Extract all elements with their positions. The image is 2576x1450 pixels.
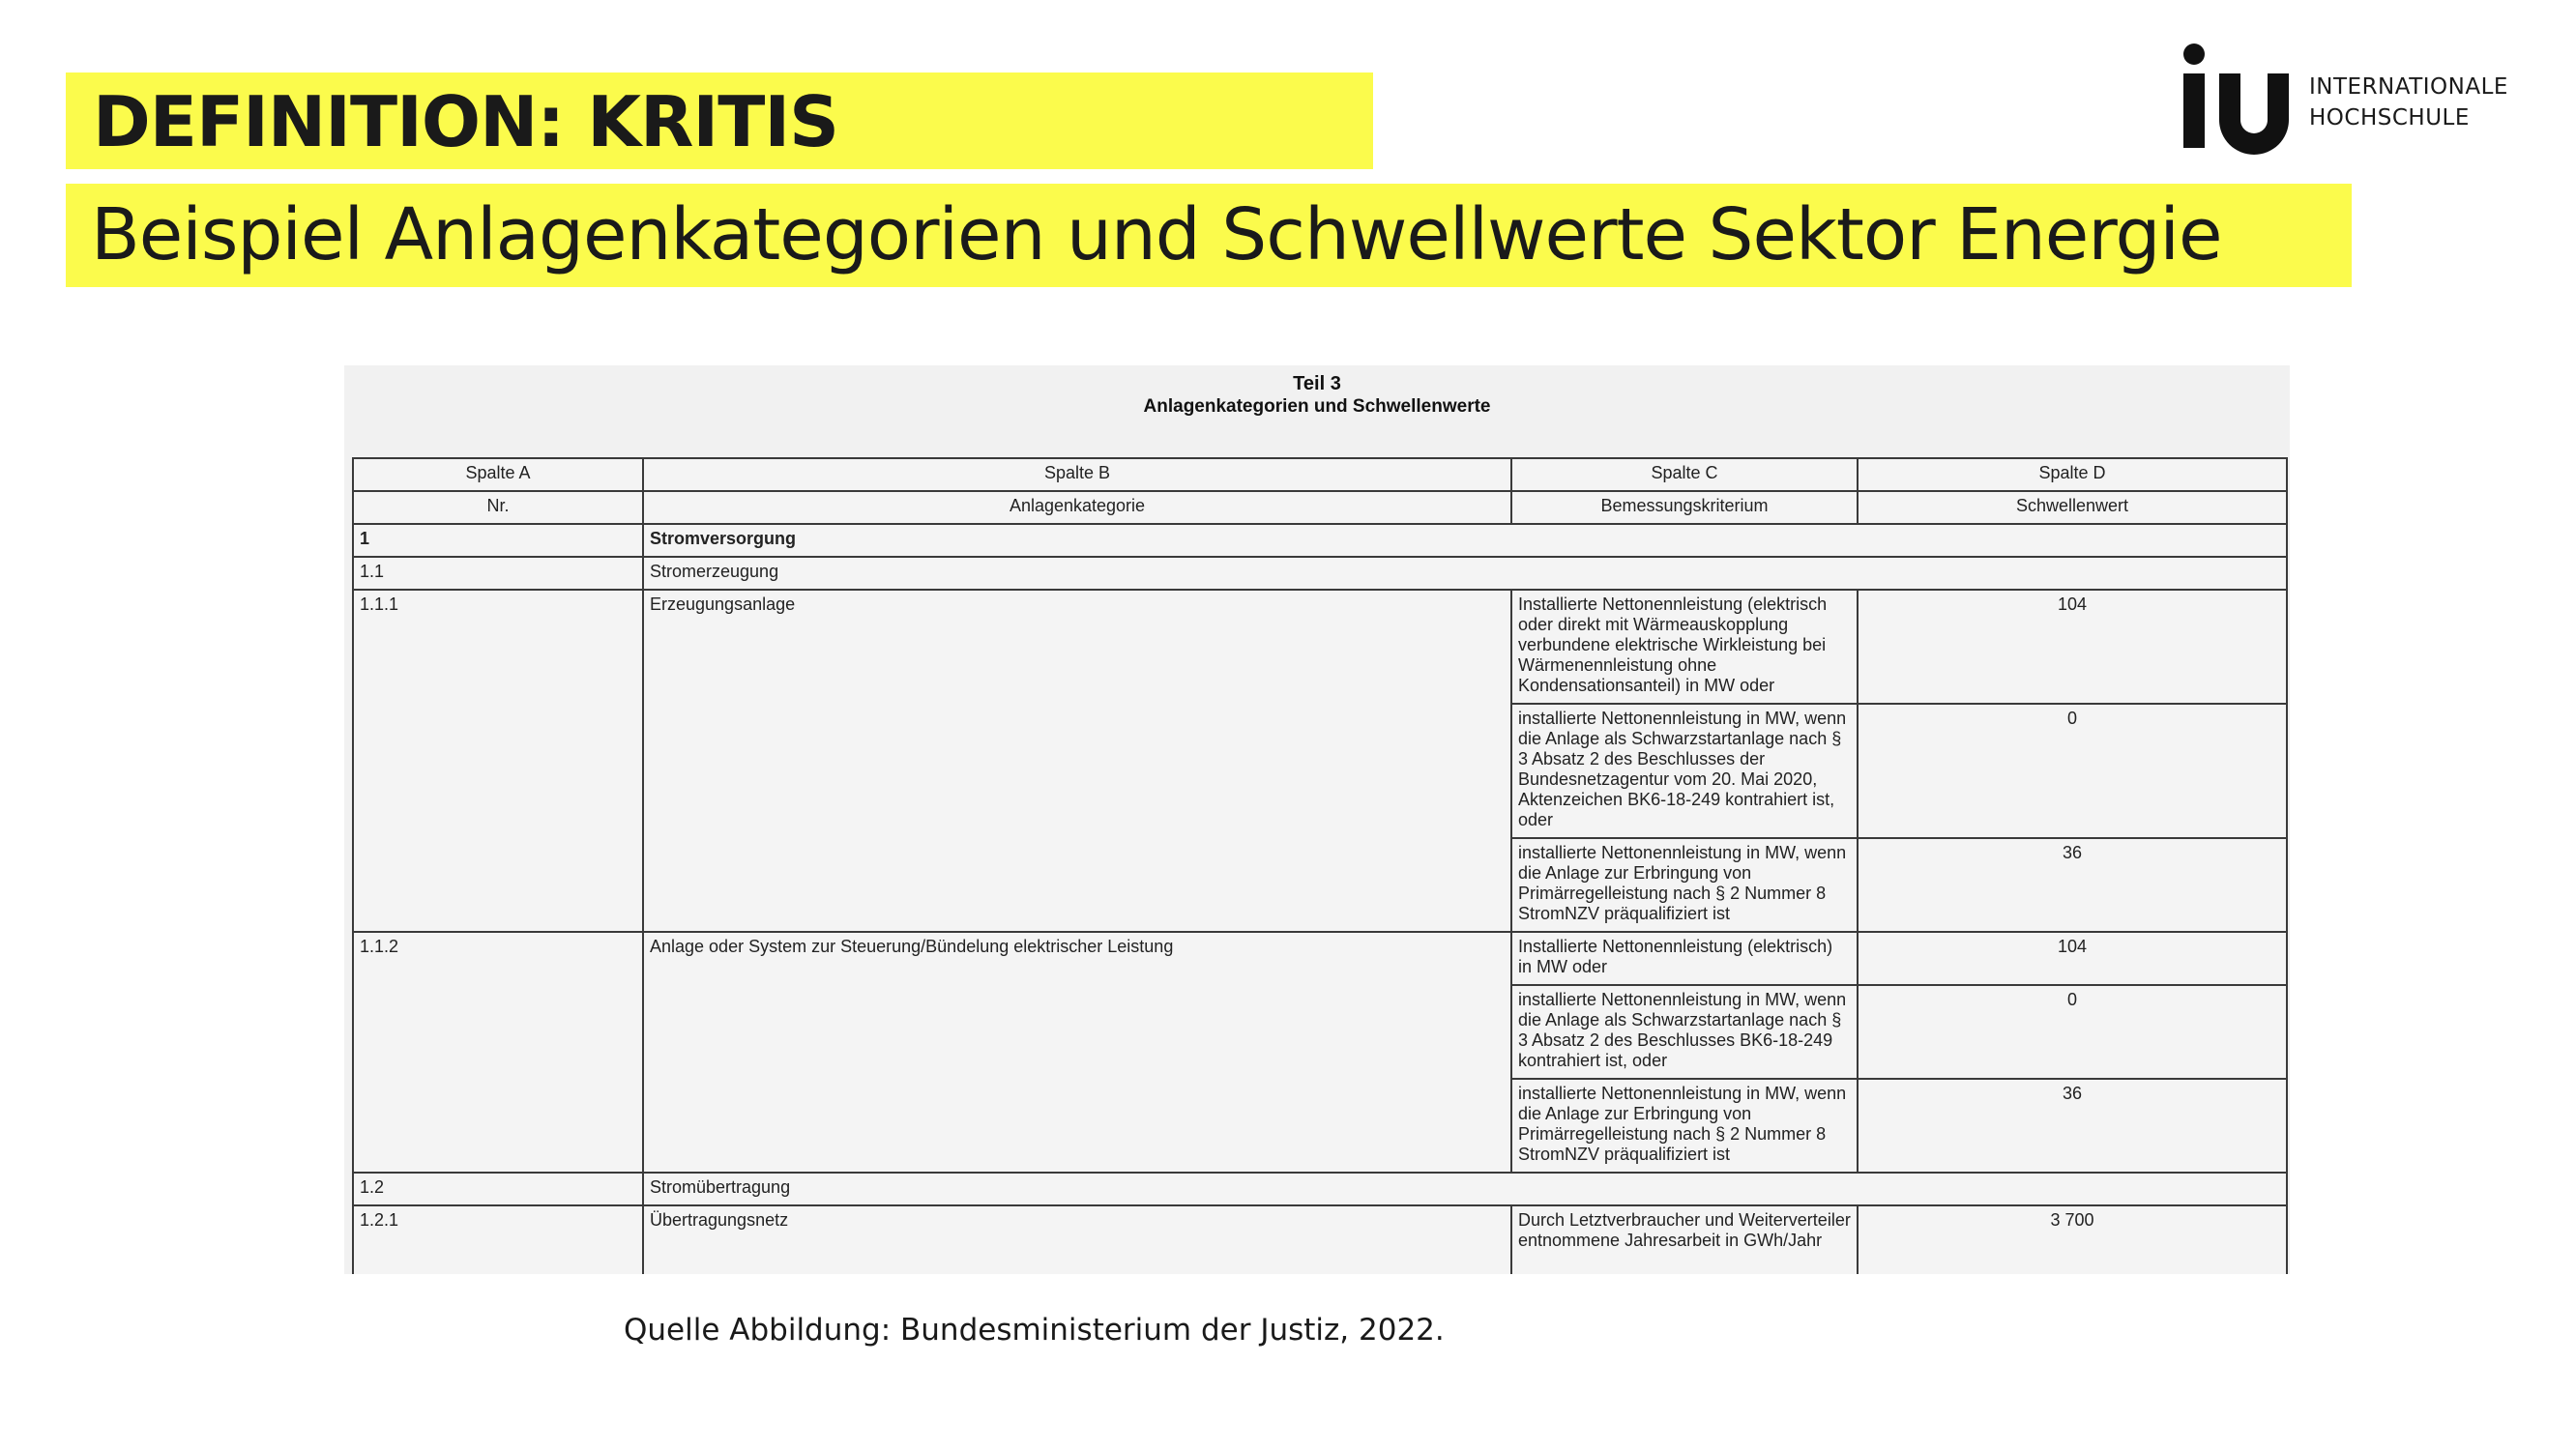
law-document-screenshot: Teil 3 Anlagenkategorien und Schwellenwe… <box>344 365 2290 1274</box>
row-criterion: Installierte Nettonennleistung (elektris… <box>1510 931 1859 986</box>
table-row: 1.1 Stromerzeugung <box>352 556 2288 591</box>
document-subtitle: Anlagenkategorien und Schwellenwerte <box>1143 396 1491 417</box>
row-nr: 1.1.1 <box>352 589 644 933</box>
row-threshold: 0 <box>1857 984 2288 1080</box>
row-threshold: 36 <box>1857 837 2288 933</box>
row-criterion: installierte Nettonennleistung in MW, we… <box>1510 984 1859 1080</box>
row-threshold: 104 <box>1857 589 2288 705</box>
row-category: Anlage oder System zur Steuerung/Bündelu… <box>642 931 1512 1174</box>
col-d-label: Spalte D <box>1857 457 2288 492</box>
iu-logo-mark <box>2183 44 2289 155</box>
col-b-label: Spalte B <box>642 457 1512 492</box>
slide-subtitle: Beispiel Anlagenkategorien und Schwellwe… <box>91 193 2223 276</box>
header-anlagenkategorie: Anlagenkategorie <box>642 490 1512 525</box>
row-category: Übertragungsnetz <box>642 1204 1512 1274</box>
row-criterion: Durch Letztverbraucher und Weiterverteil… <box>1510 1204 1859 1274</box>
document-title: Teil 3 <box>1293 373 1341 394</box>
row-nr: 1.1 <box>352 556 644 591</box>
iu-logo: INTERNATIONALE HOCHSCHULE <box>2181 39 2507 155</box>
table-row: 1.2 Stromübertragung <box>352 1172 2288 1206</box>
header-bemessungskriterium: Bemessungskriterium <box>1510 490 1859 525</box>
logo-line-2: HOCHSCHULE <box>2309 105 2470 130</box>
row-nr: 1.2 <box>352 1172 644 1206</box>
header-schwellenwert: Schwellenwert <box>1857 490 2288 525</box>
table-row: 1.2.1 Übertragungsnetz Durch Letztverbra… <box>352 1204 2288 1274</box>
row-criterion: installierte Nettonennleistung in MW, we… <box>1510 1078 1859 1174</box>
logo-line-1: INTERNATIONALE <box>2309 74 2508 100</box>
row-category: Erzeugungsanlage <box>642 589 1512 933</box>
row-nr: 1.1.2 <box>352 931 644 1174</box>
header-nr: Nr. <box>352 490 644 525</box>
row-threshold: 104 <box>1857 931 2288 986</box>
table-row: 1.1.2 Anlage oder System zur Steuerung/B… <box>352 931 2288 1174</box>
row-threshold: 36 <box>1857 1078 2288 1174</box>
table-row: 1 Stromversorgung <box>352 523 2288 558</box>
table-row: Spalte A Spalte B Spalte C Spalte D <box>352 457 2288 492</box>
row-category: Stromversorgung <box>642 523 2288 558</box>
image-source-caption: Quelle Abbildung: Bundesministerium der … <box>624 1313 1445 1348</box>
row-criterion: installierte Nettonennleistung in MW, we… <box>1510 837 1859 933</box>
row-category: Stromübertragung <box>642 1172 2288 1206</box>
table-row: Nr. Anlagenkategorie Bemessungskriterium… <box>352 490 2288 525</box>
row-criterion: Installierte Nettonennleistung (elektris… <box>1510 589 1859 705</box>
logo-text: INTERNATIONALE HOCHSCHULE <box>2309 72 2508 133</box>
table-row: 1.1.1 Erzeugungsanlage Installierte Nett… <box>352 589 2288 933</box>
threshold-table: Spalte A Spalte B Spalte C Spalte D Nr. … <box>352 457 2288 1274</box>
row-threshold: 3 700 <box>1857 1204 2288 1274</box>
row-nr: 1.2.1 <box>352 1204 644 1274</box>
slide-title: DEFINITION: KRITIS <box>93 81 839 162</box>
row-nr: 1 <box>352 523 644 558</box>
col-c-label: Spalte C <box>1510 457 1859 492</box>
row-threshold: 0 <box>1857 703 2288 839</box>
col-a-label: Spalte A <box>352 457 644 492</box>
row-criterion: installierte Nettonennleistung in MW, we… <box>1510 703 1859 839</box>
row-category: Stromerzeugung <box>642 556 2288 591</box>
